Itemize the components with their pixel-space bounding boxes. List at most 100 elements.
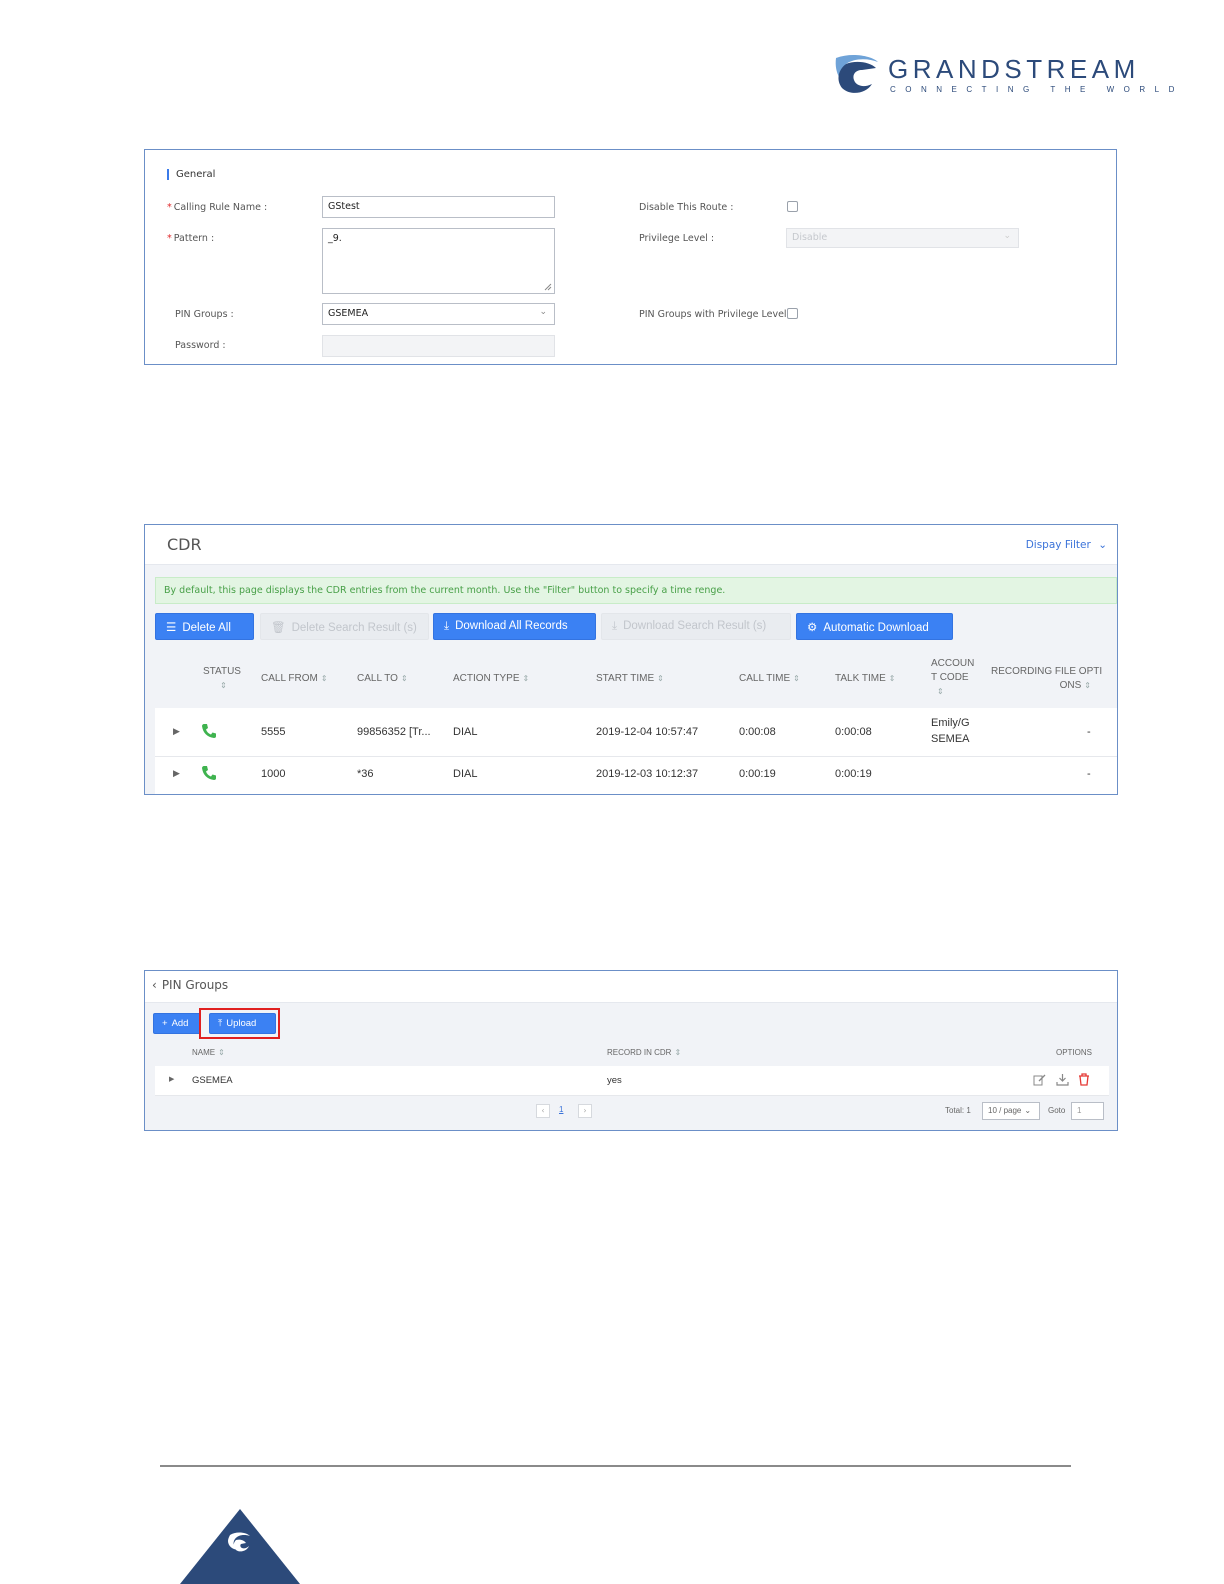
delete-icon[interactable]	[1078, 1073, 1090, 1086]
goto-label: Goto	[1048, 1106, 1066, 1115]
display-filter-toggle[interactable]: Dispay Filter ⌄	[1026, 539, 1107, 551]
sort-icon: ⇕	[220, 681, 227, 690]
pattern-value: _9.	[328, 233, 342, 244]
required-mark: *	[167, 233, 172, 244]
calling-rule-name-label: * Calling Rule Name :	[167, 202, 268, 213]
next-page-button[interactable]: ›	[578, 1104, 592, 1118]
call-to-cell: *36	[357, 768, 374, 780]
privilege-level-value: Disable	[792, 232, 828, 243]
pin-groups-value: GSEMEA	[328, 308, 369, 319]
download-file-icon: ⤓	[612, 620, 618, 632]
pin-groups-select[interactable]: GSEMEA ⌄	[322, 303, 555, 325]
call-to-cell: 99856352 [Tr...	[357, 726, 431, 738]
call-from-cell: 1000	[261, 768, 286, 780]
column-header-call-to[interactable]: CALL TO ⇕	[357, 672, 408, 686]
talk-time-cell: 0:00:19	[835, 768, 872, 780]
sort-icon: ⇕	[522, 674, 530, 683]
column-header-record-in-cdr[interactable]: RECORD IN CDR ⇕	[607, 1048, 681, 1057]
privilege-level-label: Privilege Level :	[639, 233, 715, 244]
call-time-cell: 0:00:19	[739, 768, 776, 780]
privilege-level-select[interactable]: Disable ⌄	[786, 228, 1019, 248]
chevron-down-icon: ⌄	[1098, 539, 1107, 551]
automatic-download-button[interactable]: ⚙ Automatic Download	[796, 613, 953, 640]
column-header-recording-options[interactable]: RECORDING FILE OPTI ONS ⇕	[991, 665, 1102, 693]
page-size-select[interactable]: 10 / page ⌄	[982, 1102, 1040, 1120]
table-row[interactable]: ▶ 5555 99856352 [Tr... DIAL 2019-12-04 1…	[155, 708, 1117, 757]
recording-options-cell: -	[1087, 726, 1091, 738]
disable-route-checkbox[interactable]	[787, 201, 798, 212]
total-count: Total: 1	[945, 1106, 971, 1115]
goto-input[interactable]: 1	[1071, 1102, 1104, 1120]
trash-icon: 🗑	[271, 622, 286, 634]
column-header-call-time[interactable]: CALL TIME ⇕	[739, 672, 800, 686]
chevron-down-icon: ⌄	[1024, 1106, 1032, 1115]
sort-icon: ⇕	[400, 674, 408, 683]
sort-icon: ⇕	[218, 1048, 225, 1057]
column-header-name[interactable]: NAME ⇕	[192, 1048, 225, 1057]
column-header-options: OPTIONS	[1056, 1048, 1093, 1057]
expand-caret-icon[interactable]: ▶	[173, 727, 180, 737]
disable-route-label: Disable This Route :	[639, 202, 734, 213]
sort-icon: ⇕	[1084, 681, 1091, 690]
pattern-label: * Pattern :	[167, 233, 215, 244]
display-filter-label: Dispay Filter	[1025, 539, 1091, 551]
table-row[interactable]: ▶ GSEMEA yes	[155, 1066, 1109, 1096]
calling-rule-name-input[interactable]: GStest	[322, 196, 555, 218]
action-type-cell: DIAL	[453, 768, 478, 780]
section-title: General	[167, 169, 215, 180]
sort-icon: ⇕	[888, 674, 896, 683]
page-number[interactable]: 1	[559, 1105, 563, 1114]
prev-page-button[interactable]: ‹	[536, 1104, 550, 1118]
gear-icon: ⚙	[807, 622, 818, 634]
resize-handle-icon[interactable]	[544, 283, 552, 291]
phone-icon	[202, 766, 216, 780]
add-button[interactable]: + Add	[153, 1013, 201, 1034]
column-header-start-time[interactable]: START TIME ⇕	[596, 672, 664, 686]
account-code-cell: Emily/G SEMEA	[931, 717, 970, 745]
phone-icon	[202, 724, 216, 738]
column-header-talk-time[interactable]: TALK TIME ⇕	[835, 672, 895, 686]
column-header-status[interactable]: STATUS ⇕	[203, 665, 241, 693]
sort-icon: ⇕	[320, 674, 328, 683]
required-mark: *	[167, 202, 172, 213]
download-icon: ⤓	[444, 620, 450, 632]
chevron-down-icon: ⌄	[539, 307, 547, 317]
edit-icon[interactable]	[1033, 1073, 1046, 1086]
brand-name: GRANDSTREAM	[888, 54, 1140, 84]
sort-icon: ⇕	[793, 674, 800, 683]
cdr-panel: CDR Dispay Filter ⌄ By default, this pag…	[144, 524, 1118, 795]
page-title: CDR	[167, 535, 202, 554]
column-header-account-code[interactable]: ACCOUN T CODE ⇕	[931, 657, 974, 699]
start-time-cell: 2019-12-04 10:57:47	[596, 726, 699, 738]
column-header-call-from[interactable]: CALL FROM ⇕	[261, 672, 328, 686]
cdr-header: CDR Dispay Filter ⌄	[145, 525, 1117, 565]
footer-logo-triangle	[180, 1509, 300, 1584]
expand-caret-icon[interactable]: ▶	[173, 769, 180, 779]
chevron-left-icon[interactable]: ‹	[152, 978, 157, 992]
call-from-cell: 5555	[261, 726, 286, 738]
download-icon[interactable]	[1056, 1073, 1069, 1086]
delete-all-button[interactable]: ☰ Delete All	[155, 613, 254, 640]
start-time-cell: 2019-12-03 10:12:37	[596, 768, 699, 780]
delete-search-result-button[interactable]: 🗑 Delete Search Result (s)	[260, 613, 429, 640]
grandstream-swoosh-icon	[835, 55, 878, 93]
name-cell: GSEMEA	[192, 1075, 233, 1086]
sort-icon: ⇕	[937, 687, 944, 696]
plus-icon: +	[162, 1018, 168, 1029]
highlight-box	[199, 1008, 280, 1039]
expand-caret-icon[interactable]: ▶	[169, 1075, 174, 1083]
download-search-result-button[interactable]: ⤓ Download Search Result (s)	[601, 613, 791, 640]
pattern-textarea[interactable]: _9.	[322, 228, 555, 294]
page-title[interactable]: ‹ PIN Groups	[152, 978, 228, 992]
call-time-cell: 0:00:08	[739, 726, 776, 738]
password-input[interactable]	[322, 335, 555, 357]
pin-groups-privilege-checkbox[interactable]	[787, 308, 798, 319]
talk-time-cell: 0:00:08	[835, 726, 872, 738]
calling-rule-general-panel: General * Calling Rule Name : GStest * Pat…	[144, 149, 1117, 365]
record-in-cdr-cell: yes	[607, 1075, 622, 1086]
table-row[interactable]: ▶ 1000 *36 DIAL 2019-12-03 10:12:37 0:00…	[155, 757, 1117, 794]
pin-groups-panel: ‹ PIN Groups + Add ⤒ Upload NAME ⇕ RECORD IN…	[144, 970, 1118, 1131]
column-header-action-type[interactable]: ACTION TYPE ⇕	[453, 672, 529, 686]
recording-options-cell: -	[1087, 768, 1091, 780]
download-all-records-button[interactable]: ⤓ Download All Records	[433, 613, 596, 640]
